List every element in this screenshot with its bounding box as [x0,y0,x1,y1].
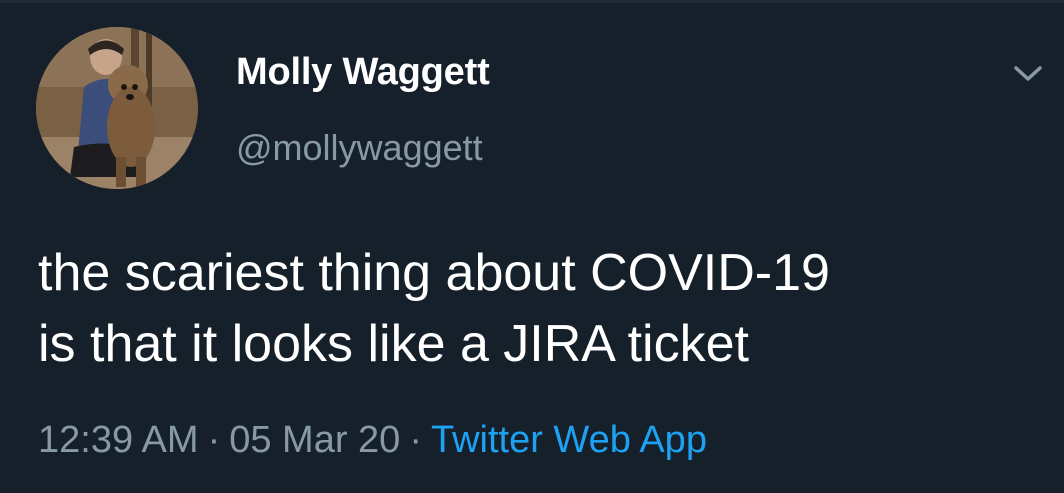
separator-dot: · [207,419,221,461]
tweet-source-link[interactable]: Twitter Web App [431,419,707,461]
tweet-text: the scariest thing about COVID-19 is tha… [38,238,1038,380]
tweet-time[interactable]: 12:39 AM [38,419,199,461]
tweet-date[interactable]: 05 Mar 20 [229,419,400,461]
tweet-card: Molly Waggett @mollywaggett the scariest… [0,0,1064,493]
avatar[interactable] [36,27,198,189]
author-display-name[interactable]: Molly Waggett [236,51,490,94]
separator-dot: · [409,419,422,461]
top-divider [0,0,1064,3]
tweet-text-line: is that it looks like a JIRA ticket [38,315,749,373]
author-handle[interactable]: @mollywaggett [236,127,483,169]
tweet-text-line: the scariest thing about COVID-19 [38,244,830,302]
chevron-down-icon[interactable] [1008,58,1048,88]
avatar-image [36,27,198,189]
tweet-metadata: 12:39 AM · 05 Mar 20 · Twitter Web App [38,419,707,462]
